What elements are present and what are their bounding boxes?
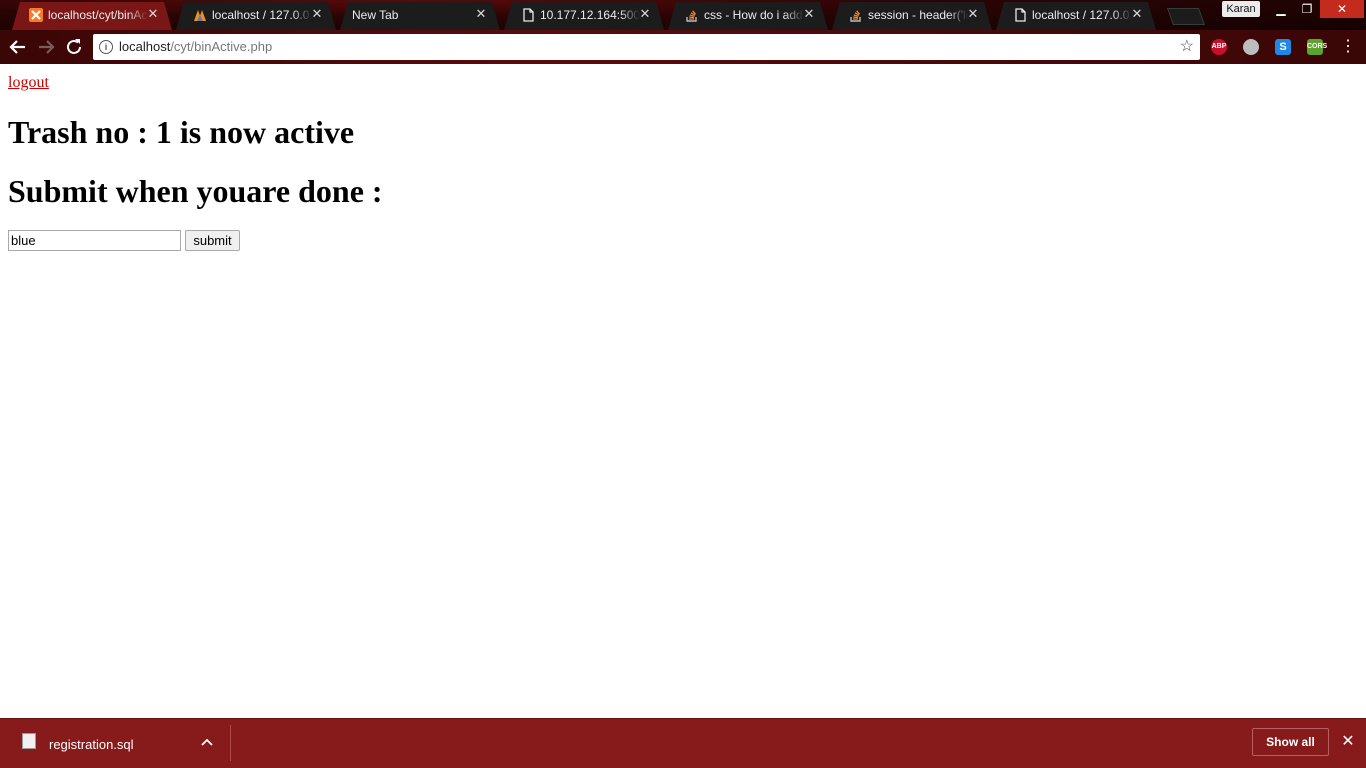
xampp-icon — [29, 8, 43, 22]
tab-title: localhost/cyt/binActive.php — [48, 8, 148, 22]
chevron-up-icon[interactable] — [198, 734, 216, 752]
adblock-plus-icon[interactable]: ABP — [1211, 39, 1227, 55]
tab-localhost-2[interactable]: localhost / 127.0.0.1 ✕ — [996, 2, 1156, 30]
reload-icon[interactable] — [63, 36, 85, 58]
download-bar-close-icon[interactable]: ✕ — [1338, 732, 1358, 752]
back-arrow-icon[interactable] — [7, 36, 29, 58]
stackoverflow-icon — [850, 10, 861, 22]
phpmyadmin-icon — [194, 10, 206, 21]
minimize-icon[interactable]: ▁ — [1268, 0, 1294, 18]
tab-new-tab[interactable]: New Tab ✕ — [340, 2, 500, 30]
forward-arrow-icon[interactable] — [35, 36, 57, 58]
page-icon — [523, 8, 534, 22]
tab-close-icon[interactable]: ✕ — [802, 7, 816, 21]
profile-button[interactable]: Karan — [1222, 1, 1260, 17]
cors-extension-icon[interactable]: CORS — [1307, 39, 1327, 55]
tab-close-icon[interactable]: ✕ — [310, 7, 324, 21]
show-all-button[interactable]: Show all — [1252, 728, 1329, 756]
tab-title: New Tab — [352, 8, 399, 22]
bookmark-star-icon[interactable]: ☆ — [1180, 37, 1194, 57]
cloud-extension-icon[interactable] — [1243, 39, 1259, 55]
download-file-name[interactable]: registration.sql — [49, 737, 134, 752]
submit-heading: Submit when youare done : — [8, 173, 383, 209]
tab-title: localhost / 127.0.0.1 — [1032, 8, 1132, 22]
tab-close-icon[interactable]: ✕ — [474, 7, 488, 21]
active-heading: Trash no : 1 is now active — [8, 114, 355, 150]
page-content: logout Trash no : 1 is now active Submit… — [0, 64, 1366, 718]
download-bar: registration.sql Show all ✕ — [0, 718, 1366, 768]
tab-close-icon[interactable]: ✕ — [1130, 7, 1144, 21]
tab-phpmyadmin[interactable]: localhost / 127.0.0.1 ✕ — [176, 2, 336, 30]
tab-title: session - header('lo — [868, 8, 968, 22]
tab-close-icon[interactable]: ✕ — [638, 7, 652, 21]
url-host: localhost — [119, 39, 171, 54]
tab-close-icon[interactable]: ✕ — [966, 7, 980, 21]
info-icon[interactable]: i — [99, 40, 113, 54]
color-input[interactable] — [8, 230, 181, 251]
new-tab-button[interactable] — [1166, 8, 1206, 25]
tab-close-icon[interactable]: ✕ — [146, 7, 160, 21]
restore-icon[interactable]: ❐ — [1294, 0, 1320, 18]
address-url: localhost/cyt/binActive.php — [119, 39, 272, 55]
tab-title: css - How do i add — [704, 8, 803, 22]
window-close-icon[interactable]: ✕ — [1320, 0, 1364, 18]
tab-ip-address[interactable]: 10.177.12.164:5000 ✕ — [504, 2, 664, 30]
url-path: /cyt/binActive.php — [170, 39, 273, 54]
divider — [230, 725, 231, 761]
submit-button[interactable]: submit — [185, 230, 240, 251]
address-bar[interactable]: i localhost/cyt/binActive.php ☆ — [93, 34, 1200, 60]
kebab-menu-icon[interactable]: ⋮ — [1340, 38, 1356, 56]
tab-session-stackoverflow[interactable]: session - header('lo ✕ — [832, 2, 992, 30]
tab-title: 10.177.12.164:5000 — [540, 8, 640, 22]
file-icon — [22, 733, 36, 749]
skype-extension-icon[interactable]: S — [1275, 39, 1291, 55]
logout-link[interactable]: logout — [8, 74, 49, 92]
page-icon — [1015, 8, 1026, 22]
stackoverflow-icon — [686, 10, 697, 22]
tab-strip: localhost/cyt/binActive.php ✕ localhost … — [0, 0, 1366, 30]
tab-css-stackoverflow[interactable]: css - How do i add ✕ — [668, 2, 828, 30]
browser-toolbar: i localhost/cyt/binActive.php ☆ ABP S CO… — [0, 30, 1366, 64]
tab-localhost-binactive[interactable]: localhost/cyt/binActive.php ✕ — [12, 2, 172, 30]
tab-title: localhost / 127.0.0.1 — [212, 8, 312, 22]
